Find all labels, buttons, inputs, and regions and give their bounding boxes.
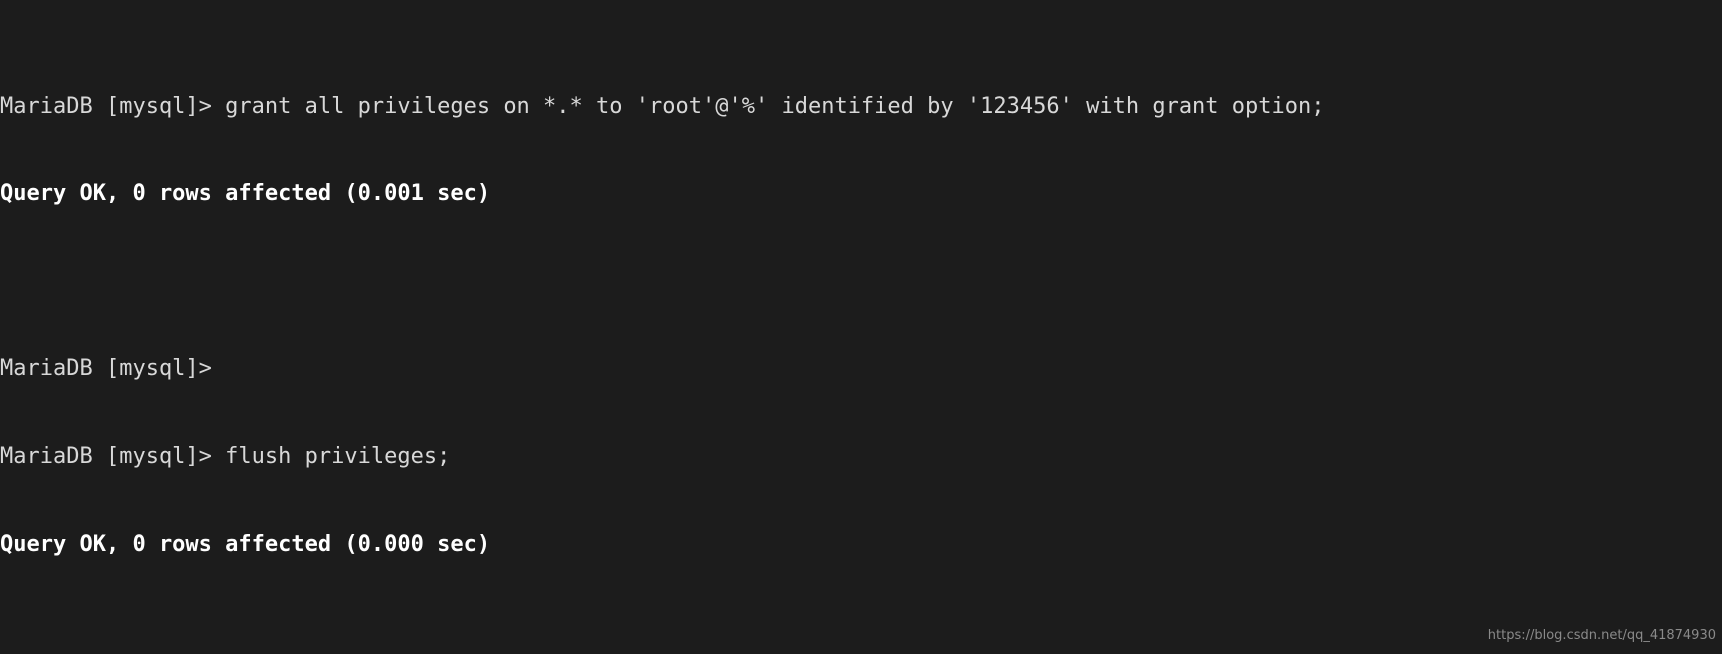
terminal-line-flush-status: Query OK, 0 rows affected (0.000 sec): [0, 531, 491, 557]
terminal-line-grant-status: Query OK, 0 rows affected (0.001 sec): [0, 181, 491, 207]
terminal-line-command-grant: MariaDB [mysql]> grant all privileges on…: [0, 93, 1325, 119]
terminal-line-command-flush: MariaDB [mysql]> flush privileges;: [0, 443, 451, 469]
terminal-line-prompt-empty: MariaDB [mysql]>: [0, 356, 212, 382]
watermark-text: https://blog.csdn.net/qq_41874930: [1487, 627, 1716, 643]
terminal-window[interactable]: MariaDB [mysql]> grant all privileges on…: [0, 0, 1722, 654]
terminal-output: MariaDB [mysql]> grant all privileges on…: [0, 4, 1325, 654]
